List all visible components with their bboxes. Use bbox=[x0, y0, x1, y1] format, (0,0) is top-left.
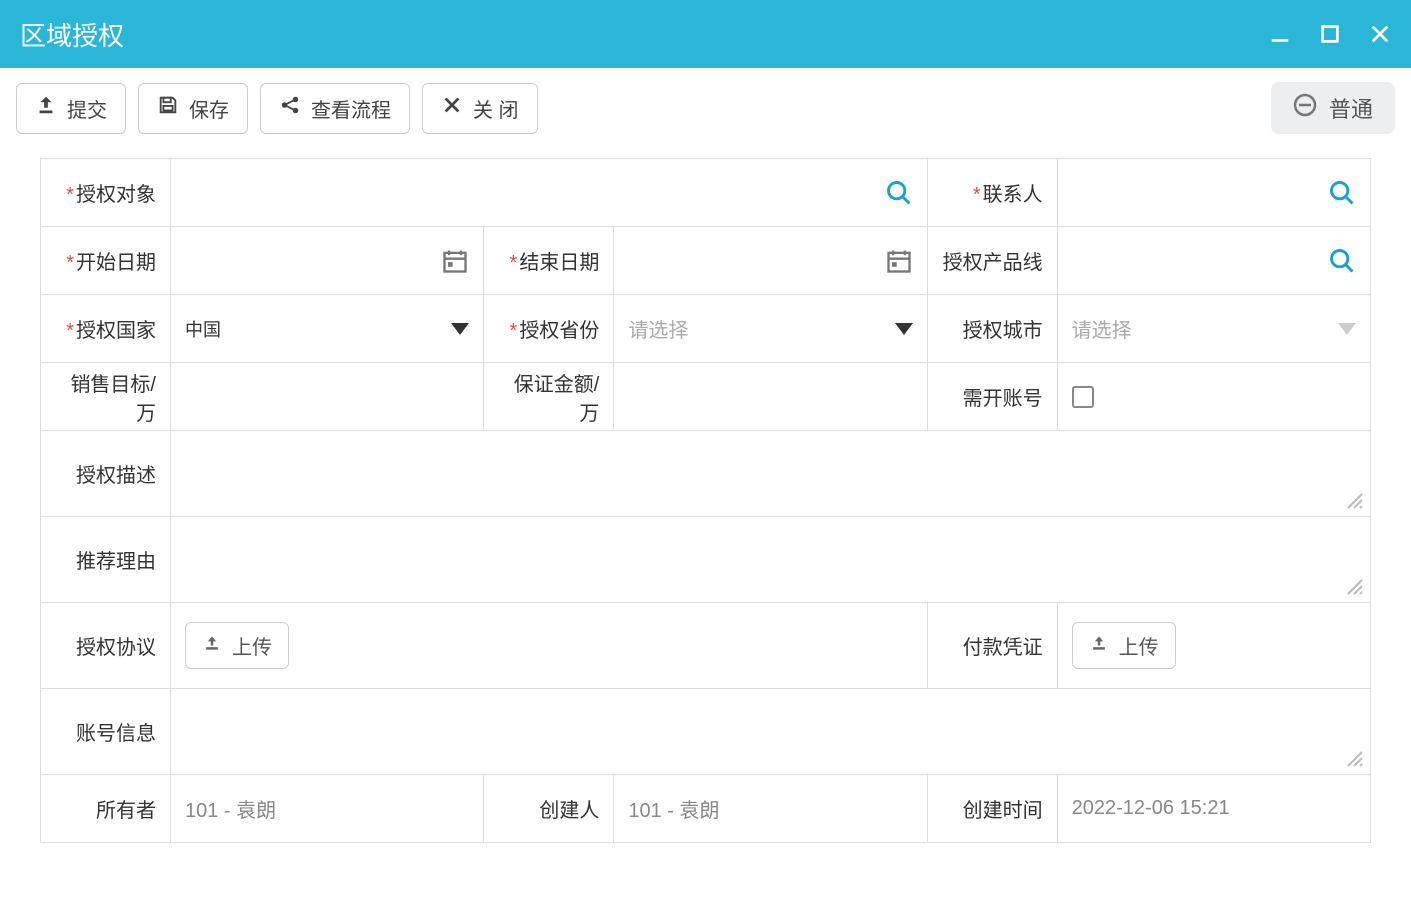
payment-proof-label: 付款凭证 bbox=[927, 603, 1057, 689]
search-icon[interactable] bbox=[885, 179, 913, 207]
submit-button[interactable]: 提交 bbox=[16, 83, 126, 134]
country-label: *授权国家 bbox=[41, 295, 171, 363]
view-process-label: 查看流程 bbox=[311, 94, 391, 123]
product-line-label: 授权产品线 bbox=[927, 227, 1057, 295]
description-label: 授权描述 bbox=[41, 431, 171, 517]
description-cell[interactable] bbox=[171, 431, 1371, 517]
contact-cell bbox=[1057, 159, 1370, 227]
account-info-cell[interactable] bbox=[171, 689, 1371, 775]
upload-label: 上传 bbox=[232, 631, 272, 660]
deposit-cell bbox=[614, 363, 927, 431]
agreement-cell: 上传 bbox=[171, 603, 928, 689]
status-badge[interactable]: 普通 bbox=[1271, 82, 1395, 134]
toolbar: 提交 保存 查看流程 关 闭 普通 bbox=[0, 68, 1411, 148]
owner-value: 101 - 袁朗 bbox=[185, 800, 276, 822]
agreement-upload-button[interactable]: 上传 bbox=[185, 622, 289, 669]
x-icon bbox=[441, 94, 463, 122]
save-icon bbox=[157, 94, 179, 122]
calendar-icon[interactable] bbox=[441, 247, 469, 275]
chevron-down-icon[interactable] bbox=[895, 323, 913, 335]
save-label: 保存 bbox=[189, 94, 229, 123]
minimize-icon[interactable] bbox=[1269, 23, 1291, 45]
submit-label: 提交 bbox=[67, 94, 107, 123]
creator-label: 创建人 bbox=[484, 775, 614, 843]
sales-target-label: 销售目标/万 bbox=[41, 363, 171, 431]
created-at-value: 2022-12-06 15:21 bbox=[1072, 797, 1230, 819]
created-at-cell: 2022-12-06 15:21 bbox=[1057, 775, 1370, 843]
end-date-label: *结束日期 bbox=[484, 227, 614, 295]
calendar-icon[interactable] bbox=[885, 247, 913, 275]
need-account-checkbox[interactable] bbox=[1072, 386, 1094, 408]
titlebar: 区域授权 bbox=[0, 0, 1411, 68]
sales-target-cell bbox=[171, 363, 484, 431]
payment-proof-upload-button[interactable]: 上传 bbox=[1072, 622, 1176, 669]
form-table: *授权对象 *联系人 *开始日期 *结束日期 授权产品线 *授权 bbox=[40, 158, 1371, 843]
end-date-cell bbox=[614, 227, 927, 295]
deposit-input[interactable] bbox=[628, 385, 912, 408]
created-at-label: 创建时间 bbox=[927, 775, 1057, 843]
agreement-label: 授权协议 bbox=[41, 603, 171, 689]
start-date-cell bbox=[171, 227, 484, 295]
creator-cell: 101 - 袁朗 bbox=[614, 775, 927, 843]
maximize-icon[interactable] bbox=[1319, 23, 1341, 45]
product-line-cell bbox=[1057, 227, 1370, 295]
contact-label: *联系人 bbox=[927, 159, 1057, 227]
window-controls bbox=[1269, 23, 1391, 45]
payment-proof-cell: 上传 bbox=[1057, 603, 1370, 689]
contact-input[interactable] bbox=[1072, 181, 1328, 204]
city-placeholder: 请选择 bbox=[1072, 314, 1132, 343]
upload-icon bbox=[1089, 633, 1109, 659]
recommend-reason-cell[interactable] bbox=[171, 517, 1371, 603]
sales-target-input[interactable] bbox=[185, 385, 469, 408]
resize-handle-icon[interactable] bbox=[1346, 578, 1364, 596]
window-title: 区域授权 bbox=[20, 16, 124, 53]
start-date-label: *开始日期 bbox=[41, 227, 171, 295]
need-account-cell bbox=[1057, 363, 1370, 431]
view-process-button[interactable]: 查看流程 bbox=[260, 83, 410, 134]
creator-value: 101 - 袁朗 bbox=[628, 800, 719, 822]
end-date-input[interactable] bbox=[628, 249, 884, 272]
upload-icon bbox=[202, 633, 222, 659]
start-date-input[interactable] bbox=[185, 249, 441, 272]
close-label: 关 闭 bbox=[473, 94, 519, 123]
auth-target-input[interactable] bbox=[185, 181, 885, 204]
resize-handle-icon[interactable] bbox=[1346, 492, 1364, 510]
need-account-label: 需开账号 bbox=[927, 363, 1057, 431]
auth-target-label: *授权对象 bbox=[41, 159, 171, 227]
chevron-down-icon[interactable] bbox=[1338, 323, 1356, 335]
status-label: 普通 bbox=[1329, 92, 1373, 124]
owner-label: 所有者 bbox=[41, 775, 171, 843]
owner-cell: 101 - 袁朗 bbox=[171, 775, 484, 843]
resize-handle-icon[interactable] bbox=[1346, 750, 1364, 768]
chevron-down-icon[interactable] bbox=[451, 323, 469, 335]
product-line-input[interactable] bbox=[1072, 249, 1328, 272]
close-button[interactable]: 关 闭 bbox=[422, 83, 538, 134]
province-placeholder: 请选择 bbox=[628, 314, 688, 343]
search-icon[interactable] bbox=[1328, 247, 1356, 275]
recommend-reason-label: 推荐理由 bbox=[41, 517, 171, 603]
city-label: 授权城市 bbox=[927, 295, 1057, 363]
country-value: 中国 bbox=[185, 316, 221, 342]
close-icon[interactable] bbox=[1369, 23, 1391, 45]
country-cell[interactable]: 中国 bbox=[171, 295, 484, 363]
save-button[interactable]: 保存 bbox=[138, 83, 248, 134]
status-icon bbox=[1293, 93, 1317, 123]
search-icon[interactable] bbox=[1328, 179, 1356, 207]
account-info-label: 账号信息 bbox=[41, 689, 171, 775]
province-label: *授权省份 bbox=[484, 295, 614, 363]
upload-icon bbox=[35, 94, 57, 122]
city-cell[interactable]: 请选择 bbox=[1057, 295, 1370, 363]
province-cell[interactable]: 请选择 bbox=[614, 295, 927, 363]
share-icon bbox=[279, 94, 301, 122]
deposit-label: 保证金额/万 bbox=[484, 363, 614, 431]
upload-label: 上传 bbox=[1119, 631, 1159, 660]
auth-target-cell bbox=[171, 159, 928, 227]
